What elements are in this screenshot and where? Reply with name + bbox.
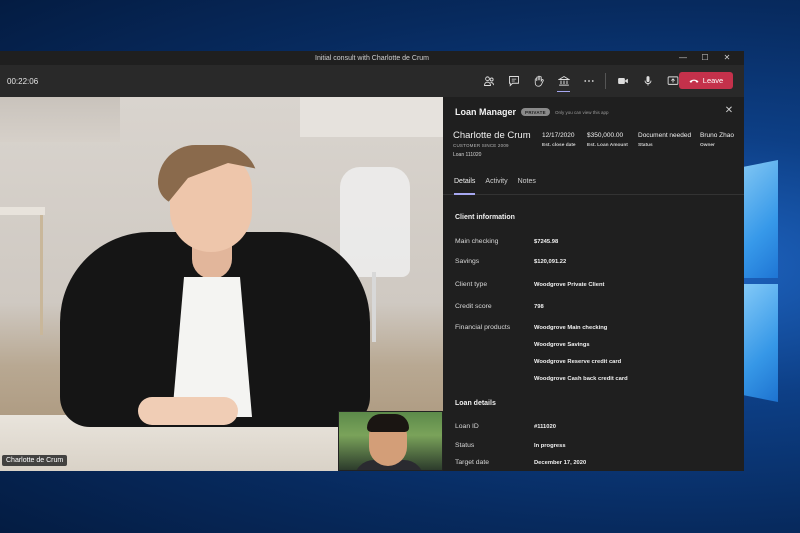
more-icon [583,80,594,82]
client-type-label: Client type [455,281,488,288]
main-checking-value: $7245.98 [534,239,559,245]
financial-products-label: Financial products [455,324,511,331]
savings-label: Savings [455,258,480,265]
leave-label: Leave [702,76,724,85]
participants-button[interactable] [476,65,501,97]
participant-blouse [172,277,252,417]
call-timer: 00:22:06 [7,76,39,86]
participant-figure [60,107,370,457]
credit-score-label: Credit score [455,303,492,310]
participant-hands [138,397,238,425]
title-bar: Initial consult with Charlotte de Crum —… [0,51,744,65]
share-icon [667,76,678,85]
participant-name-tag: Charlotte de Crum [2,455,68,466]
client-summary: Charlotte de Crum CUSTOMER SINCE 2009 Lo… [443,127,744,167]
stat-value: $350,000.00 [587,132,624,139]
main-checking-label: Main checking [455,238,499,245]
credit-score-value: 798 [534,304,544,310]
meeting-window: Initial consult with Charlotte de Crum —… [0,51,744,471]
minimize-button[interactable]: — [672,51,694,65]
product-item: Woodgrove Reserve credit card [534,359,622,365]
loan-manager-panel: Loan Manager PRIVATE Only you can view t… [443,97,744,471]
mic-button[interactable] [635,65,660,97]
stat-value: 12/17/2020 [542,132,575,139]
maximize-button[interactable]: ☐ [694,51,716,65]
more-options-button[interactable] [576,65,601,97]
product-item: Woodgrove Cash back credit card [534,376,628,382]
windows-logo [742,160,782,405]
product-item: Woodgrove Savings [534,342,590,348]
tab-details[interactable]: Details [454,178,476,195]
stat-label: Est. close date [542,143,576,148]
savings-value: $120,091.22 [534,259,567,265]
client-loan-number: Loan 111020 [453,152,482,158]
stat-label: Est. Loan Amount [587,143,628,148]
side-table-leg [40,215,43,335]
chat-button[interactable] [501,65,526,97]
target-date-value: December 17, 2020 [534,460,587,466]
loan-id-label: Loan ID [455,423,479,430]
windows-logo-pane-top [742,160,778,278]
panel-title: Loan Manager [455,107,517,117]
client-type-value: Woodgrove Private Client [534,282,605,288]
stat-owner: Bruno Zhao Owner [700,132,734,148]
close-window-button[interactable]: ✕ [716,51,738,65]
bank-icon [557,75,570,86]
loan-app-button[interactable] [551,65,576,97]
participants-icon [483,76,494,86]
mic-icon [644,76,651,86]
meeting-toolbar: 00:22:06 Leave [0,65,744,97]
stat-value: Document needed [638,132,692,139]
panel-tabs: Details Activity Notes [443,167,744,195]
panel-header: Loan Manager PRIVATE Only you can view t… [443,97,744,127]
private-badge: PRIVATE [521,108,550,116]
stat-label: Status [638,143,653,148]
stat-status: Document needed Status [638,132,691,148]
self-view-hair [367,414,409,432]
product-item: Woodgrove Main checking [534,325,608,331]
windows-logo-pane-bottom [742,284,778,402]
loan-details-heading: Loan details [455,400,496,407]
chair-leg [372,272,376,342]
client-since: CUSTOMER SINCE 2009 [453,143,509,148]
visibility-note: Only you can view this app [554,109,609,115]
loan-id-value: #111020 [534,424,556,430]
self-view-video[interactable] [338,411,443,471]
camera-button[interactable] [610,65,635,97]
client-name: Charlotte de Crum [453,130,531,141]
meeting-content: Charlotte de Crum Loan Manager PRIVATE O… [0,97,744,471]
main-video-feed[interactable]: Charlotte de Crum [0,97,443,471]
stat-close-date: 12/17/2020 Est. close date [542,132,576,148]
loan-status-label: Status [455,442,475,449]
leave-button[interactable]: Leave [679,72,733,89]
stat-value: Bruno Zhao [700,132,734,139]
tab-notes[interactable]: Notes [518,178,536,194]
raise-hand-icon [534,75,544,87]
hang-up-icon [689,79,699,83]
chat-icon [508,76,519,87]
tab-activity[interactable]: Activity [485,178,507,194]
close-panel-button[interactable]: ✕ [724,106,734,116]
stat-loan-amount: $350,000.00 Est. Loan Amount [587,132,628,148]
toolbar-divider [605,73,606,89]
target-date-label: Target date [455,459,490,466]
side-table [0,207,45,215]
meeting-controls [476,65,685,97]
window-title: Initial consult with Charlotte de Crum [315,54,429,62]
loan-status-value: In progress [534,443,566,449]
camera-icon [617,78,628,84]
raise-hand-button[interactable] [526,65,551,97]
window-controls: — ☐ ✕ [672,51,738,65]
client-info-heading: Client information [455,214,515,221]
stat-label: Owner [700,143,715,148]
